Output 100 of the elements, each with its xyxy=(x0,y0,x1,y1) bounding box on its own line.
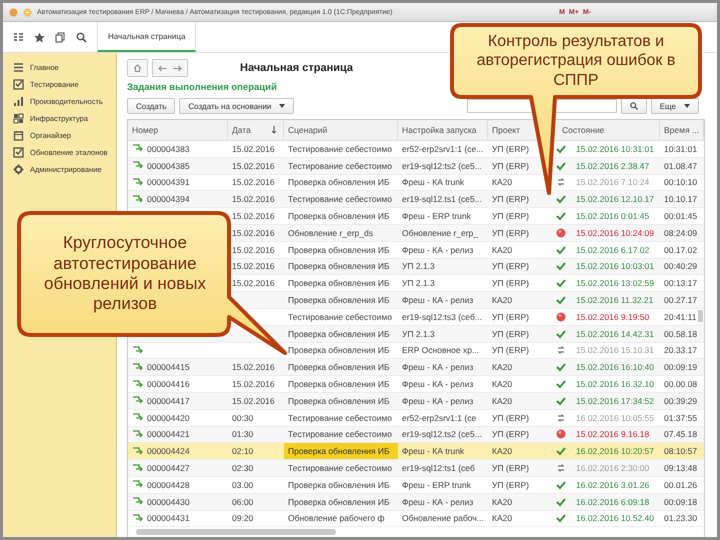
table-cell[interactable]: Проверка обновления ИБ xyxy=(284,392,398,409)
table-cell[interactable]: Тестирование себестоимо xyxy=(284,308,398,325)
table-cell: er19-sql12:ts1 (ceб xyxy=(402,463,475,474)
column-header[interactable]: Дата xyxy=(232,125,251,135)
table-cell[interactable]: Тестирование себестоимо xyxy=(284,158,398,174)
column-header[interactable]: Сценарий xyxy=(288,125,328,135)
table-cell: КА20 xyxy=(492,396,512,406)
table-cell: Фреш - КА - релиз xyxy=(402,396,474,406)
table-cell: 00.01.26 xyxy=(664,480,698,490)
table-cell: УП (ERP) xyxy=(492,412,530,423)
table-cell[interactable]: Проверка обновления ИБ xyxy=(284,208,398,224)
table-cell: 15.02.2016 16.32.10 xyxy=(576,379,654,390)
table-cell: Фреш - ERP trunk xyxy=(402,480,471,490)
button[interactable]: Еще xyxy=(650,98,699,114)
table-cell: 000004417 xyxy=(147,396,190,406)
table-cell: 000004421 xyxy=(147,429,190,440)
table-cell: 000004385 xyxy=(147,160,190,171)
table-cell: 15.02.2016 10:24:09 xyxy=(576,228,654,238)
table-cell[interactable]: Проверка обновления ИБ xyxy=(284,242,398,258)
table-cell[interactable]: Проверка обновления ИБ xyxy=(284,494,398,510)
table-cell: УП 2.1.3 xyxy=(402,261,435,272)
button[interactable]: Создать xyxy=(127,98,176,114)
table-cell: 00.17.02 xyxy=(664,244,698,255)
column-header[interactable]: Настройка запуска xyxy=(402,125,476,135)
table-cell: УП 2.1.3 xyxy=(402,328,435,339)
table-cell: 15.02.2016 9:19:50 xyxy=(576,312,650,322)
table-cell: ERP Основное хр... xyxy=(402,345,480,356)
column-header[interactable]: Состояние xyxy=(562,125,604,135)
table-cell: Фреш - КА - релиз xyxy=(402,295,474,306)
table-cell[interactable]: Проверка обновления ИБ xyxy=(284,443,398,460)
table-cell[interactable]: Проверка обновления ИБ xyxy=(284,376,398,392)
table-cell: УП (ERP) xyxy=(492,328,530,339)
table-cell: 00.27.17 xyxy=(664,295,698,306)
table-cell: 15.02.2016 15.10.31 xyxy=(576,345,654,356)
table-cell: УП 2.1.3 xyxy=(402,278,435,288)
table-cell: er19-sql12:ts3 (ceб... xyxy=(402,312,482,322)
table-cell[interactable]: Проверка обновления ИБ xyxy=(284,174,398,190)
table-cell: 01.08.47 xyxy=(664,160,698,171)
table-cell: 000004431 xyxy=(147,513,190,524)
button[interactable]: Создать на основании xyxy=(179,98,294,114)
table-cell: 02:10 xyxy=(232,446,254,456)
table-cell[interactable]: Тестирование себестоимо xyxy=(284,410,398,426)
column-header[interactable]: Время ... xyxy=(664,125,700,135)
table-cell: 15.02.2016 xyxy=(232,177,275,188)
column-header[interactable]: Номер xyxy=(132,125,158,135)
table-cell[interactable]: Проверка обновления ИБ xyxy=(284,476,398,493)
table-cell: 15.02.2016 7:10:24 xyxy=(576,177,650,188)
column-header[interactable]: Проект xyxy=(492,125,520,135)
table-cell: КА20 xyxy=(492,496,512,507)
table-cell: 000004420 xyxy=(147,412,190,423)
table-cell: 00:01:45 xyxy=(664,211,698,222)
table-cell: 16.02.2016 6:09:18 xyxy=(576,496,650,507)
table-cell: 07.45.18 xyxy=(664,429,698,440)
table-cell[interactable]: Проверка обновления ИБ xyxy=(284,326,398,342)
table-cell: 000004391 xyxy=(147,177,190,188)
table-cell: 15.02.2016 xyxy=(232,379,275,390)
table-cell: КА20 xyxy=(492,295,512,306)
table-cell: КА20 xyxy=(492,362,512,372)
table-cell: 000004428 xyxy=(147,480,190,490)
table-cell: 15.02.2016 xyxy=(232,144,275,154)
table-cell: er52-erp2srv1:1 (ce xyxy=(402,412,476,423)
table-cell: 20.33.17 xyxy=(664,345,698,356)
table-cell[interactable]: Проверка обновления ИБ xyxy=(284,275,398,292)
table-cell: 15.02.2016 17:34:52 xyxy=(576,396,654,406)
table-cell: 10:31:01 xyxy=(664,144,698,154)
table-cell: 15.02.2016 10:03:01 xyxy=(576,261,654,272)
table-cell: УП (ERP) xyxy=(492,463,530,474)
table-cell: 15.02.2016 xyxy=(232,396,275,406)
table-cell[interactable]: Проверка обновления ИБ xyxy=(284,292,398,308)
table-cell: 00:39:29 xyxy=(664,396,698,406)
table-cell: 10.10.17 xyxy=(664,194,698,204)
table-cell: er52-erp2srv1:1 (ce... xyxy=(402,144,484,154)
table-cell[interactable]: Проверка обновления ИБ xyxy=(284,342,398,358)
table-cell: Фреш - КА trunk xyxy=(402,446,464,456)
table-cell: 15.02.2016 9.16.18 xyxy=(576,429,650,440)
table-cell[interactable]: Тестирование себестоимо xyxy=(284,141,398,157)
callout-text: Круглосуточное автотестирование обновлений и новых релизов xyxy=(43,233,207,315)
table-cell: 20:41:11 xyxy=(664,312,696,322)
table-cell: 00:09:18 xyxy=(664,496,698,507)
table-cell: УП (ERP) xyxy=(492,194,530,204)
tab[interactable]: Начальная страница xyxy=(97,22,196,52)
table-cell[interactable]: Тестирование себестоимо xyxy=(284,426,398,442)
table-cell[interactable]: Проверка обновления ИБ xyxy=(284,359,398,376)
table-cell: Фреш - КА - релиз xyxy=(402,244,474,255)
table-cell: 15.02.2016 10:31:01 xyxy=(576,144,654,154)
table-cell: УП (ERP) xyxy=(492,312,530,322)
table-cell: 15.02.2016 11.32.21 xyxy=(576,295,654,306)
table-cell: Фреш - ERP trunk xyxy=(402,211,471,222)
table-cell[interactable]: Обновление r_erp_ds xyxy=(284,224,398,241)
table-cell[interactable]: Тестирование себестоимо xyxy=(284,460,398,476)
table-cell: КА20 xyxy=(492,177,512,188)
table-cell[interactable]: Обновление рабочего ф xyxy=(284,510,398,526)
table-cell: 000004394 xyxy=(147,194,190,204)
table-cell: 15.02.2016 xyxy=(232,211,275,222)
table-cell[interactable]: Проверка обновления ИБ xyxy=(284,258,398,274)
table-cell: УП (ERP) xyxy=(492,261,530,272)
table-cell: 08:10:57 xyxy=(664,446,698,456)
table-cell: 06:00 xyxy=(232,496,254,507)
table-cell: 16.02.2016 10.52.40 xyxy=(576,513,654,524)
table-cell[interactable]: Тестирование себестоимо xyxy=(284,191,398,208)
